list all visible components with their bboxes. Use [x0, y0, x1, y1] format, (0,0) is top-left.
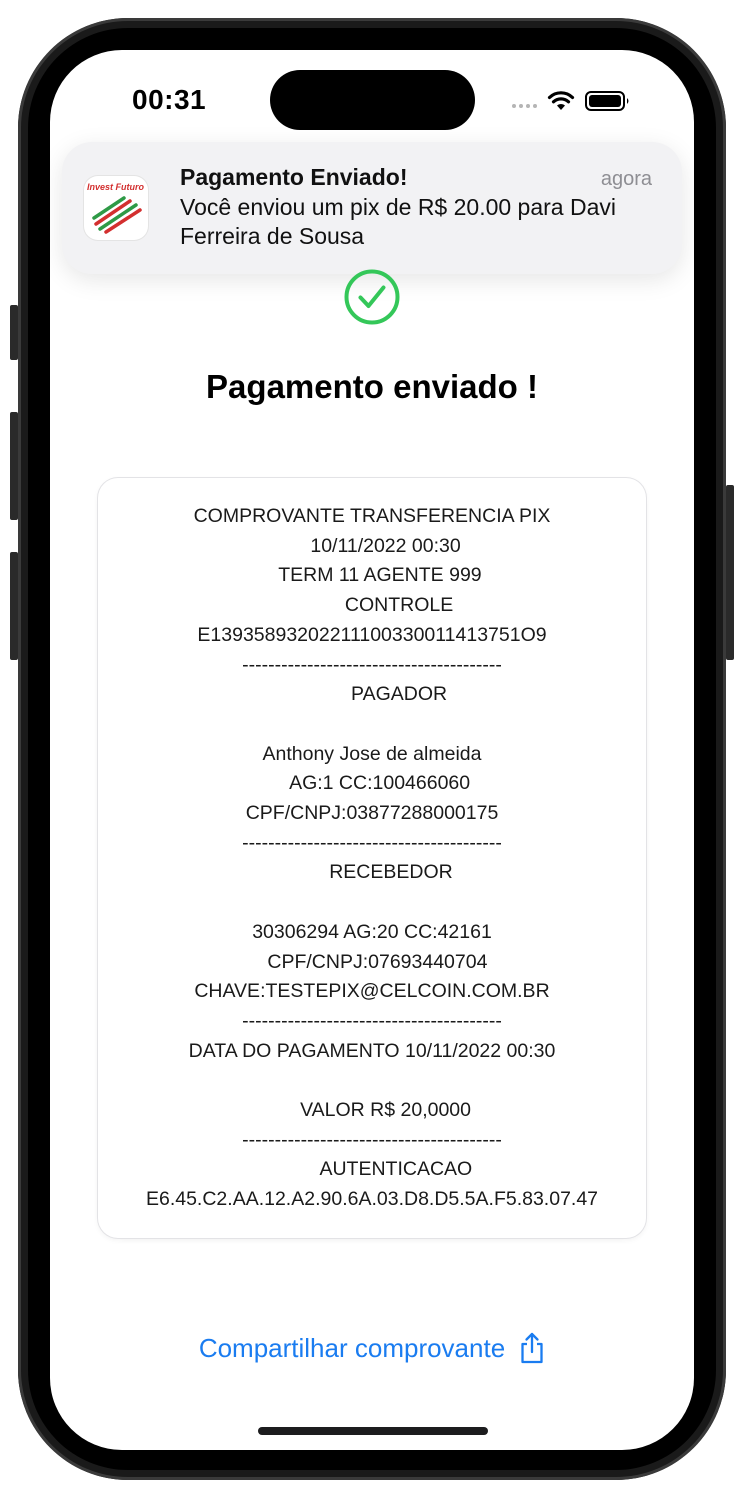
phone-screen: 00:31 Invest Futuro Pagamento Enviado! a…: [50, 50, 694, 1450]
notification-body: Você enviou um pix de R$ 20.00 para Davi…: [180, 194, 616, 249]
battery-icon: [585, 91, 629, 111]
app-logo-icon: [92, 196, 142, 234]
dynamic-island: [270, 70, 475, 130]
notification-time: agora: [600, 168, 652, 190]
wifi-icon: [547, 91, 575, 110]
success-check-icon: [344, 269, 400, 325]
volume-up-button: [10, 412, 18, 520]
share-receipt-button[interactable]: Compartilhar comprovante: [50, 1332, 694, 1364]
notification-banner[interactable]: Invest Futuro Pagamento Enviado! agora V…: [62, 142, 682, 274]
share-icon: [521, 1332, 543, 1364]
action-button: [10, 305, 18, 360]
status-time: 00:31: [132, 84, 207, 115]
share-receipt-label: Compartilhar comprovante: [198, 1332, 506, 1363]
power-button: [726, 485, 734, 660]
page-title: Pagamento enviado !: [206, 368, 538, 405]
receipt-text: COMPROVANTE TRANSFERENCIA PIX 10/11/2022…: [145, 505, 599, 1211]
volume-down-button: [10, 552, 18, 660]
notification-title: Pagamento Enviado!: [180, 164, 408, 190]
status-icons: [512, 88, 631, 114]
cellular-signal-icon: [512, 94, 537, 108]
receipt-card: COMPROVANTE TRANSFERENCIA PIX 10/11/2022…: [98, 478, 646, 1238]
app-icon: Invest Futuro: [84, 176, 148, 240]
home-indicator[interactable]: [258, 1427, 488, 1435]
